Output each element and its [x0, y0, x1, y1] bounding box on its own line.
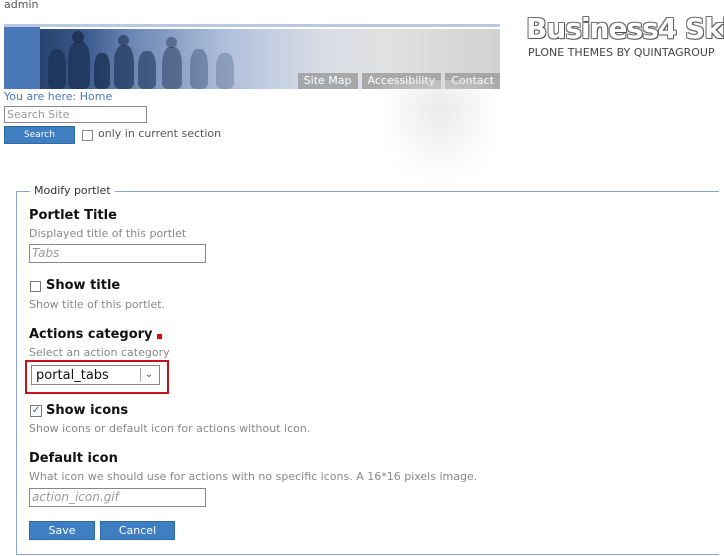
- breadcrumb: You are here: Home: [4, 90, 112, 103]
- crowd-figure: [68, 41, 90, 89]
- header-blue-block: [4, 27, 40, 89]
- required-indicator-icon: [157, 334, 162, 339]
- show-icons-checkbox[interactable]: ✓: [30, 405, 42, 417]
- actions-category-select[interactable]: portal_tabs ⌄: [31, 365, 160, 385]
- default-icon-label: Default icon: [29, 451, 118, 466]
- search-input[interactable]: Search Site: [4, 106, 147, 123]
- portlet-title-label: Portlet Title: [29, 208, 117, 223]
- default-icon-input[interactable]: action_icon.gif: [29, 488, 206, 507]
- portlet-title-help: Displayed title of this portlet: [29, 227, 187, 240]
- actions-category-label: Actions category: [29, 327, 153, 342]
- crowd-figure: [190, 49, 208, 89]
- header-banner: Site Map Accessibility Contact: [4, 12, 500, 89]
- crowd-figure: [114, 45, 134, 89]
- save-button[interactable]: Save: [29, 521, 95, 540]
- current-section-checkbox[interactable]: [82, 130, 93, 141]
- show-icons-label: Show icons: [46, 403, 129, 418]
- breadcrumb-home-link[interactable]: Home: [80, 90, 112, 103]
- crowd-head: [166, 37, 177, 48]
- crowd-figure: [48, 49, 66, 89]
- username: admin: [4, 0, 39, 11]
- portlet-title-input[interactable]: Tabs: [29, 244, 206, 263]
- current-section-label: only in current section: [98, 127, 222, 140]
- crowd-head: [118, 35, 129, 46]
- crowd-head: [72, 31, 84, 43]
- actions-category-selected: portal_tabs: [36, 368, 109, 383]
- crowd-figure: [162, 47, 182, 89]
- decorative-background: [380, 80, 500, 180]
- site-map-link[interactable]: Site Map: [297, 73, 358, 89]
- breadcrumb-prefix: You are here:: [4, 90, 77, 103]
- fieldset-legend: Modify portlet: [30, 184, 115, 197]
- default-icon-help: What icon we should use for actions with…: [29, 470, 478, 483]
- search-button[interactable]: Search: [4, 126, 75, 144]
- cancel-button[interactable]: Cancel: [100, 521, 175, 540]
- show-title-checkbox[interactable]: [30, 281, 41, 292]
- site-tagline: PLONE THEMES BY QUINTAGROUP: [528, 46, 715, 59]
- header-top-line: [4, 24, 500, 27]
- crowd-figure: [138, 51, 156, 89]
- actions-category-help: Select an action category: [29, 346, 170, 359]
- site-logo[interactable]: Business4 Skin: [526, 12, 724, 46]
- chevron-down-icon[interactable]: ⌄: [140, 368, 157, 382]
- show-icons-help: Show icons or default icon for actions w…: [29, 422, 311, 435]
- crowd-figure: [216, 53, 234, 89]
- show-title-label: Show title: [46, 278, 121, 293]
- crowd-figure: [94, 53, 110, 89]
- show-title-help: Show title of this portlet.: [29, 298, 166, 311]
